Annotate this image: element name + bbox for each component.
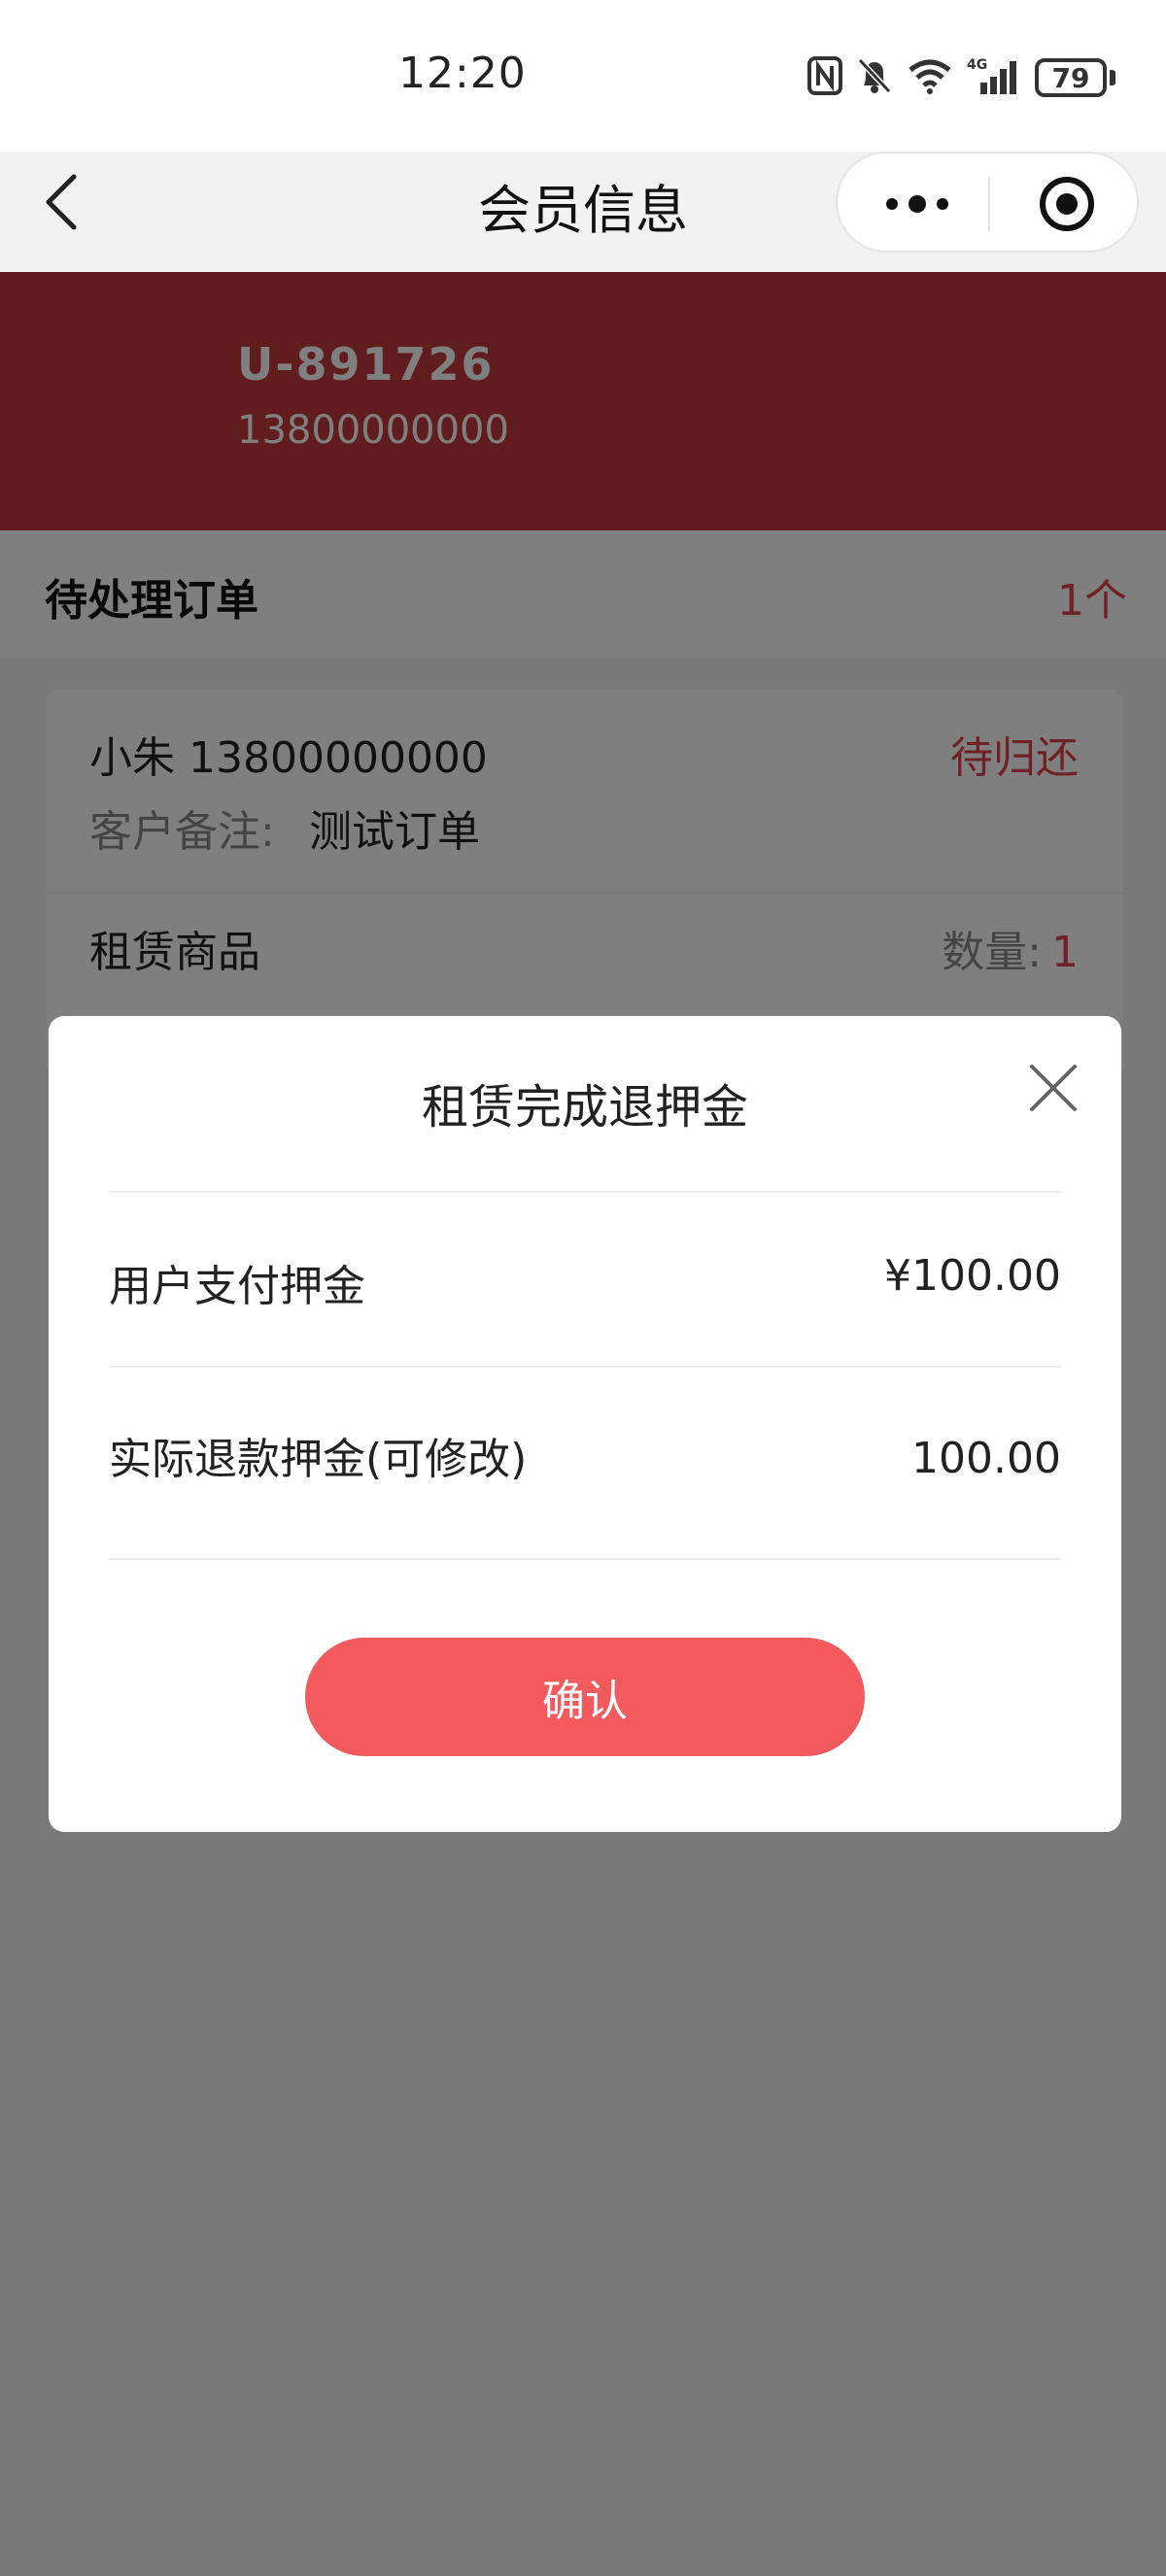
refund-deposit-dialog: 租赁完成退押金 用户支付押金 ¥100.00 实际退款押金(可修改) 100.0… (49, 1016, 1121, 1832)
dialog-title: 租赁完成退押金 (421, 1080, 748, 1135)
mini-program-capsule (836, 152, 1139, 253)
close-icon (1030, 1065, 1077, 1111)
battery-tip (1110, 70, 1115, 85)
mute-bell-icon (856, 56, 893, 99)
dialog-divider (109, 1558, 1061, 1560)
exit-button[interactable] (1038, 175, 1096, 233)
dialog-divider (109, 1191, 1061, 1193)
paid-deposit-label: 用户支付押金 (109, 1262, 365, 1311)
network-type-label: 4G (967, 57, 987, 73)
signal-icon: 4G (967, 55, 1021, 100)
confirm-button[interactable]: 确认 (305, 1638, 865, 1756)
refund-deposit-input[interactable]: 100.00 (911, 1434, 1061, 1483)
more-button[interactable] (880, 181, 954, 227)
dialog-close-button[interactable] (1028, 1063, 1079, 1113)
more-dots-icon (886, 195, 948, 213)
dialog-divider (109, 1366, 1061, 1368)
status-icons: 4G 79 (807, 54, 1115, 101)
status-bar: 12:20 4G 79 (0, 0, 1166, 152)
paid-deposit-value: ¥100.00 (884, 1251, 1061, 1301)
battery-icon: 79 (1035, 58, 1115, 97)
status-time: 12:20 (398, 49, 527, 98)
target-close-icon (1040, 177, 1094, 231)
wifi-icon (907, 56, 953, 99)
capsule-divider (988, 177, 990, 231)
refund-deposit-label: 实际退款押金(可修改) (109, 1435, 528, 1484)
nfc-icon (807, 56, 842, 99)
battery-level: 79 (1035, 58, 1107, 97)
